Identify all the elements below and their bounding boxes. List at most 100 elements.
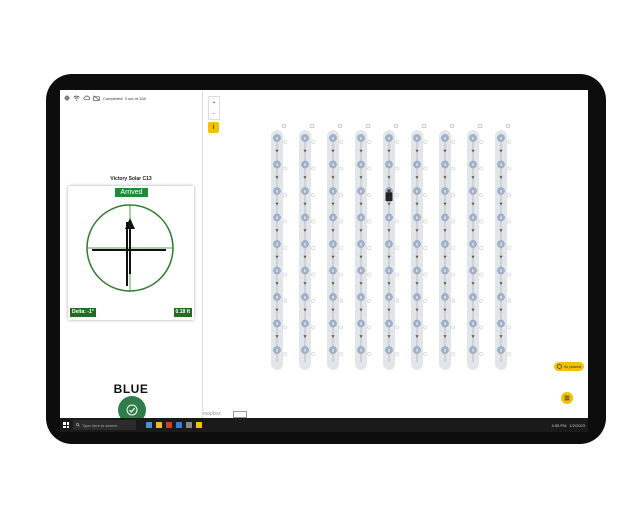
offset-point[interactable]: [507, 272, 511, 277]
solar-rows-map[interactable]: BBBBBBBBBBBBBBBBBBBBBBBBBBBBBBBBBBBBBBBB…: [203, 90, 588, 418]
offset-point[interactable]: [479, 352, 483, 356]
offset-point[interactable]: [395, 246, 399, 250]
offset-point[interactable]: [339, 140, 343, 144]
offset-point[interactable]: [283, 325, 287, 330]
offset-point[interactable]: [283, 166, 287, 171]
settings-icon[interactable]: [186, 422, 192, 428]
offset-point[interactable]: [395, 352, 399, 356]
offset-point[interactable]: [507, 193, 511, 197]
row-start-point[interactable]: [505, 123, 511, 129]
offset-point[interactable]: [451, 140, 455, 144]
taskbar-search[interactable]: Type here to search: [73, 420, 136, 430]
browser-icon[interactable]: [176, 422, 182, 428]
offset-point[interactable]: [367, 140, 371, 144]
zoom-out-button[interactable]: −: [213, 111, 216, 117]
row-start-point[interactable]: [281, 123, 287, 129]
offset-point[interactable]: [423, 166, 427, 171]
offset-point[interactable]: [311, 193, 315, 197]
map-area[interactable]: BBBBBBBBBBBBBBBBBBBBBBBBBBBBBBBBBBBBBBBB…: [203, 90, 588, 418]
offset-point[interactable]: [507, 299, 511, 303]
task-view-icon[interactable]: [146, 422, 152, 428]
offset-point[interactable]: [339, 166, 343, 171]
offset-point[interactable]: [367, 325, 371, 330]
offset-point[interactable]: [395, 272, 399, 277]
row-start-point[interactable]: [393, 123, 399, 129]
row-start-point[interactable]: [337, 123, 343, 129]
offset-point[interactable]: [423, 325, 427, 330]
offset-point[interactable]: [507, 246, 511, 250]
offset-point[interactable]: [507, 219, 511, 224]
offset-point[interactable]: [479, 166, 483, 171]
offset-point[interactable]: [283, 219, 287, 224]
offset-point[interactable]: [367, 166, 371, 171]
offset-point[interactable]: [451, 299, 455, 303]
offset-point[interactable]: [451, 352, 455, 356]
offset-point[interactable]: [395, 325, 399, 330]
offset-point[interactable]: [311, 166, 315, 171]
offset-point[interactable]: [451, 246, 455, 250]
offset-point[interactable]: [423, 272, 427, 277]
windows-start-icon[interactable]: [63, 422, 69, 428]
offset-point[interactable]: [311, 219, 315, 224]
offset-point[interactable]: [507, 352, 511, 356]
offset-point[interactable]: [479, 140, 483, 144]
offset-point[interactable]: [367, 193, 371, 197]
offset-point[interactable]: [395, 299, 399, 303]
offset-point[interactable]: [283, 246, 287, 250]
offset-point[interactable]: [367, 299, 371, 303]
offset-point[interactable]: [507, 140, 511, 144]
offset-point[interactable]: [283, 352, 287, 356]
offset-point[interactable]: [507, 166, 511, 171]
offset-point[interactable]: [451, 193, 455, 197]
offset-point[interactable]: [283, 140, 287, 144]
info-button[interactable]: i: [208, 122, 219, 133]
offset-point[interactable]: [367, 272, 371, 277]
offset-point[interactable]: [479, 299, 483, 303]
offset-point[interactable]: [311, 246, 315, 250]
offset-point[interactable]: [339, 219, 343, 224]
offset-point[interactable]: [423, 219, 427, 224]
offset-point[interactable]: [367, 219, 371, 224]
app-icon[interactable]: [196, 422, 202, 428]
offset-point[interactable]: [311, 325, 315, 330]
offset-point[interactable]: [479, 325, 483, 330]
offset-point[interactable]: [339, 193, 343, 197]
placed-count-button[interactable]: 0x placed: [554, 362, 585, 371]
offset-point[interactable]: [451, 272, 455, 277]
offset-point[interactable]: [451, 219, 455, 224]
offset-point[interactable]: [395, 140, 399, 144]
row-start-point[interactable]: [477, 123, 483, 129]
offset-point[interactable]: [423, 193, 427, 197]
offset-point[interactable]: [339, 325, 343, 330]
offset-point[interactable]: [395, 166, 399, 171]
offset-point[interactable]: [423, 352, 427, 356]
offset-point[interactable]: [423, 299, 427, 303]
offset-point[interactable]: [283, 272, 287, 277]
offset-point[interactable]: [339, 272, 343, 277]
offset-point[interactable]: [423, 246, 427, 250]
file-explorer-icon[interactable]: [156, 422, 162, 428]
offset-point[interactable]: [395, 193, 399, 197]
offset-point[interactable]: [339, 246, 343, 250]
row-start-point[interactable]: [421, 123, 427, 129]
row-start-point[interactable]: [309, 123, 315, 129]
offset-point[interactable]: [479, 193, 483, 197]
offset-point[interactable]: [311, 352, 315, 356]
offset-point[interactable]: [367, 246, 371, 250]
offset-point[interactable]: [311, 140, 315, 144]
offset-point[interactable]: [283, 299, 287, 303]
office-icon[interactable]: [166, 422, 172, 428]
offset-point[interactable]: [423, 140, 427, 144]
offset-point[interactable]: [451, 325, 455, 330]
offset-point[interactable]: [367, 352, 371, 356]
row-start-point[interactable]: [449, 123, 455, 129]
offset-point[interactable]: [283, 193, 287, 197]
offset-point[interactable]: [451, 166, 455, 171]
offset-point[interactable]: [479, 219, 483, 224]
offset-point[interactable]: [507, 325, 511, 330]
offset-point[interactable]: [311, 299, 315, 303]
offset-point[interactable]: [339, 352, 343, 356]
offset-point[interactable]: [479, 272, 483, 277]
row-start-point[interactable]: [365, 123, 371, 129]
offset-point[interactable]: [339, 299, 343, 303]
